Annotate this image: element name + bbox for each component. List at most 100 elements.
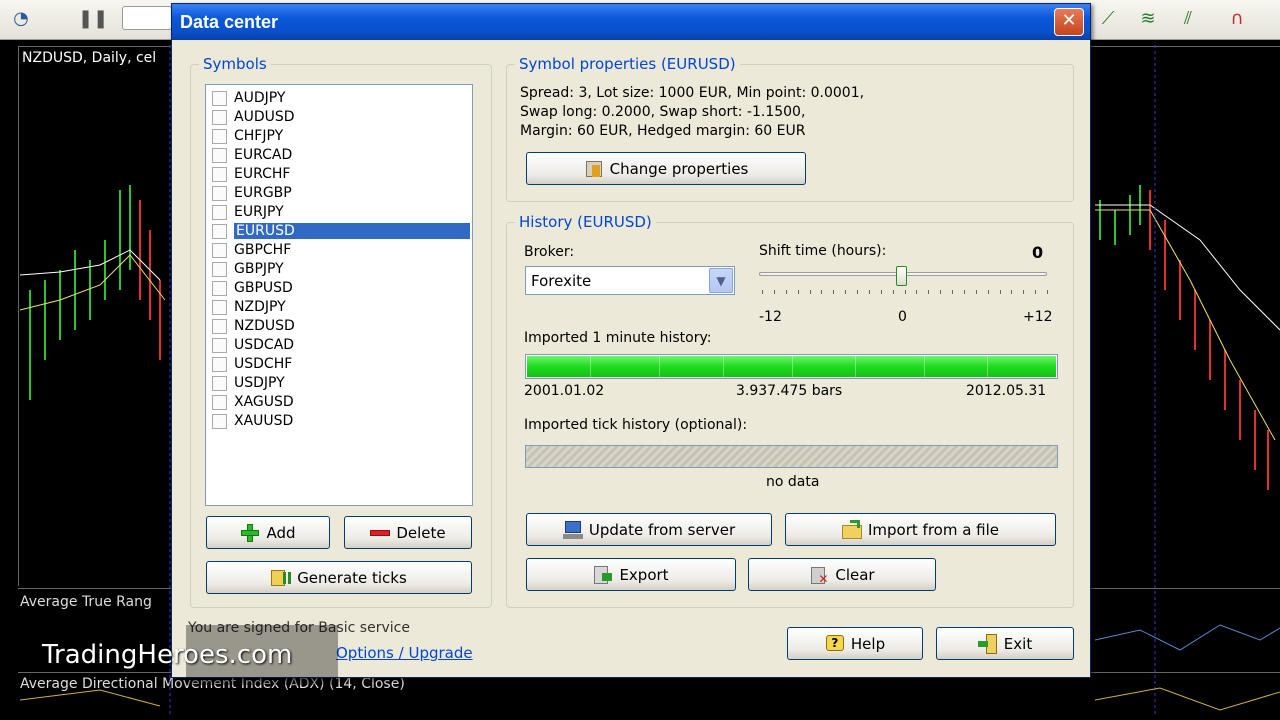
- import-from-file-button[interactable]: Import from a file: [785, 513, 1056, 546]
- symbol-properties-label: Symbol properties (EURUSD): [515, 55, 740, 73]
- delete-button[interactable]: Delete: [344, 516, 472, 549]
- symbol-list-item[interactable]: NZDUSD: [208, 317, 470, 336]
- exit-button[interactable]: Exit: [936, 627, 1074, 660]
- symbols-list[interactable]: AUDJPY AUDUSD CHFJPY EURCAD EURCHF EURGBP EURJ…: [205, 84, 473, 506]
- symbol-list-item[interactable]: CHFJPY: [208, 127, 470, 146]
- symbol-list-item[interactable]: EURCAD: [208, 146, 470, 165]
- add-button[interactable]: Add: [206, 516, 330, 549]
- symbol-list-item[interactable]: GBPUSD: [208, 279, 470, 298]
- symbol-checkbox[interactable]: [212, 414, 227, 429]
- symbol-list-item[interactable]: EURUSD: [208, 222, 471, 241]
- symbol-checkbox[interactable]: [212, 395, 227, 410]
- symbol-list-item[interactable]: USDCHF: [208, 355, 470, 374]
- export-label: Export: [619, 565, 669, 584]
- help-button[interactable]: ? Help: [787, 627, 923, 660]
- symbol-checkbox[interactable]: [212, 167, 227, 182]
- symbol-checkbox[interactable]: [212, 281, 227, 296]
- symbol-checkbox[interactable]: [212, 319, 227, 334]
- symbol-list-item[interactable]: USDCAD: [208, 336, 470, 355]
- dialog-title: Data center: [180, 12, 279, 32]
- props-line-3: Margin: 60 EUR, Hedged margin: 60 EUR: [520, 123, 806, 139]
- minute-bars-count: 3.937.475 bars: [736, 383, 843, 399]
- symbol-list-item[interactable]: NZDJPY: [208, 298, 470, 317]
- symbol-checkbox[interactable]: [212, 205, 227, 220]
- symbol-checkbox[interactable]: [212, 376, 227, 391]
- minus-icon: [370, 523, 391, 543]
- symbol-label: CHFJPY: [234, 128, 284, 144]
- close-icon: ✕: [1061, 10, 1077, 31]
- symbols-group-label: Symbols: [199, 55, 271, 73]
- symbol-checkbox[interactable]: [212, 243, 227, 258]
- props-line-2: Swap long: 0.2000, Swap short: -1.1500,: [520, 104, 806, 120]
- options-upgrade-link[interactable]: Options / Upgrade: [336, 644, 473, 662]
- tick-history-status: no data: [766, 474, 820, 490]
- tick-history-label: Imported tick history (optional):: [524, 417, 748, 433]
- minute-history-label: Imported 1 minute history:: [524, 330, 712, 346]
- symbol-checkbox[interactable]: [212, 357, 227, 372]
- minute-start-date: 2001.01.02: [524, 383, 605, 399]
- shift-time-slider-thumb[interactable]: [896, 266, 907, 286]
- symbol-list-item[interactable]: USDJPY: [208, 374, 470, 393]
- tools-icon: [584, 159, 604, 179]
- slider-ticks: [762, 290, 1048, 298]
- symbol-checkbox[interactable]: [212, 338, 227, 353]
- symbol-label: GBPUSD: [234, 280, 293, 296]
- symbol-list-item[interactable]: AUDJPY: [208, 89, 470, 108]
- watermark: TradingHeroes.com: [42, 640, 293, 670]
- symbol-label: NZDJPY: [234, 299, 286, 315]
- symbol-label: XAGUSD: [234, 394, 294, 410]
- symbol-label: AUDJPY: [234, 90, 286, 106]
- symbol-label: USDCHF: [234, 356, 293, 372]
- symbol-label: EURGBP: [234, 185, 292, 201]
- symbol-list-item[interactable]: EURGBP: [208, 184, 470, 203]
- symbol-checkbox[interactable]: [212, 262, 227, 277]
- symbol-list-item[interactable]: GBPJPY: [208, 260, 470, 279]
- symbol-checkbox[interactable]: [212, 300, 227, 315]
- minute-history-fill: [527, 356, 1056, 377]
- update-from-server-button[interactable]: Update from server: [526, 513, 772, 546]
- shift-max-label: +12: [1023, 309, 1053, 325]
- history-group-label: History (EURUSD): [515, 213, 656, 231]
- folder-icon: [841, 519, 862, 540]
- shift-min-label: -12: [759, 309, 782, 325]
- broker-select[interactable]: Forexite ▼: [525, 266, 735, 295]
- tick-history-progress: [525, 445, 1058, 468]
- export-button[interactable]: Export: [526, 558, 736, 591]
- shift-mid-label: 0: [898, 309, 907, 325]
- symbol-checkbox[interactable]: [212, 129, 227, 144]
- symbol-label: USDJPY: [234, 375, 285, 391]
- symbol-list-item[interactable]: GBPCHF: [208, 241, 470, 260]
- props-line-1: Spread: 3, Lot size: 1000 EUR, Min point…: [520, 85, 865, 101]
- symbol-label: AUDUSD: [234, 109, 295, 125]
- symbol-list-item[interactable]: XAUUSD: [208, 412, 470, 431]
- plus-icon: [240, 523, 260, 543]
- symbol-list-item[interactable]: EURCHF: [208, 165, 470, 184]
- clear-label: Clear: [835, 565, 875, 584]
- dialog-titlebar[interactable]: Data center ✕: [172, 4, 1090, 40]
- exit-door-icon: [977, 633, 998, 654]
- symbol-checkbox[interactable]: [212, 148, 227, 163]
- symbol-properties-text: Spread: 3, Lot size: 1000 EUR, Min point…: [520, 84, 864, 141]
- symbol-checkbox[interactable]: [212, 186, 227, 201]
- help-icon: ?: [825, 634, 845, 654]
- symbol-label: EURCHF: [234, 166, 291, 182]
- symbol-label: GBPJPY: [234, 261, 284, 277]
- symbol-label: NZDUSD: [234, 318, 295, 334]
- generate-ticks-button[interactable]: Generate ticks: [206, 561, 472, 594]
- symbol-label: EURUSD: [233, 222, 471, 240]
- symbol-list-item[interactable]: XAGUSD: [208, 393, 470, 412]
- minute-history-progress: [525, 354, 1058, 379]
- update-label: Update from server: [588, 520, 736, 539]
- symbol-list-item[interactable]: EURJPY: [208, 203, 470, 222]
- clear-button[interactable]: ✕ Clear: [748, 558, 936, 591]
- symbol-checkbox[interactable]: [212, 110, 227, 125]
- symbol-list-item[interactable]: AUDUSD: [208, 108, 470, 127]
- symbol-checkbox[interactable]: [212, 91, 227, 106]
- broker-value: Forexite: [531, 272, 592, 290]
- data-center-dialog: Data center ✕ Symbols AUDJPY AUDUSD CHFJPY…: [171, 3, 1091, 678]
- symbol-checkbox[interactable]: [212, 224, 227, 239]
- close-button[interactable]: ✕: [1054, 8, 1084, 36]
- change-properties-button[interactable]: Change properties: [526, 152, 806, 185]
- chevron-down-icon[interactable]: ▼: [709, 268, 733, 293]
- symbol-label: USDCAD: [234, 337, 295, 353]
